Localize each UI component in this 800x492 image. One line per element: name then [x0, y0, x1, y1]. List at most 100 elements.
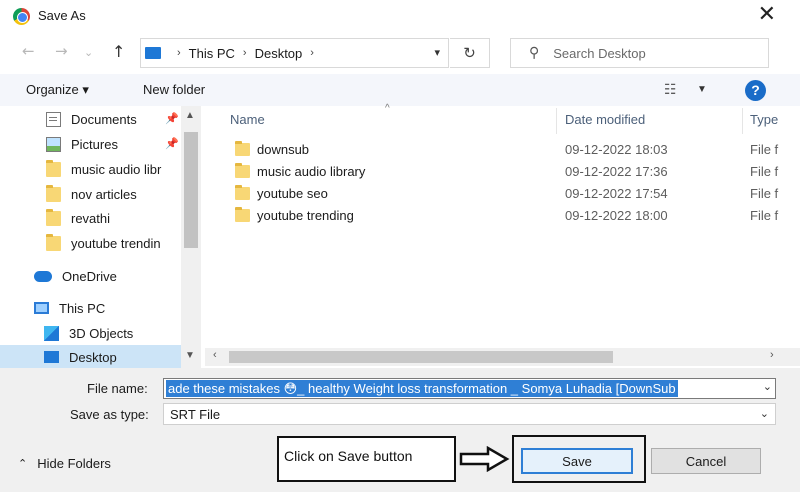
file-name-label: File name:: [87, 381, 148, 396]
chrome-logo-icon: [13, 8, 30, 25]
file-row[interactable]: youtube seo 09-12-2022 17:54 File f: [205, 183, 800, 205]
breadcrumb-separator-icon[interactable]: ›: [243, 47, 247, 59]
this-pc-icon: [34, 302, 49, 314]
hide-folders-button[interactable]: ⌃ Hide Folders: [18, 456, 111, 471]
file-list-horizontal-scrollbar[interactable]: ‹ ›: [205, 348, 800, 366]
column-divider[interactable]: [742, 108, 743, 134]
file-name-field[interactable]: ade these mistakes 😳_ healthy Weight los…: [163, 378, 776, 399]
file-name: downsub: [257, 142, 310, 157]
breadcrumb-separator-icon[interactable]: ›: [177, 47, 181, 59]
sidebar-item-onedrive[interactable]: OneDrive: [34, 264, 117, 288]
folder-icon: [46, 233, 61, 251]
file-row[interactable]: youtube trending 09-12-2022 18:00 File f: [205, 205, 800, 227]
new-folder-button[interactable]: New folder: [143, 82, 205, 97]
folder-icon: [235, 185, 250, 200]
scroll-up-icon[interactable]: ▲: [185, 110, 195, 121]
sidebar-item-label: music audio libr: [71, 161, 162, 177]
file-type: File f: [750, 186, 779, 201]
cancel-button[interactable]: Cancel: [651, 448, 761, 474]
help-icon[interactable]: ?: [745, 80, 766, 101]
search-icon: ⚲: [529, 45, 540, 61]
column-header-date-modified[interactable]: Date modified: [565, 112, 645, 127]
file-row[interactable]: downsub 09-12-2022 18:03 File f: [205, 139, 800, 161]
file-type: File f: [750, 208, 779, 223]
folder-icon: [46, 159, 61, 177]
file-name-dropdown-chevron-icon[interactable]: ⌄: [763, 380, 772, 393]
folder-icon: [235, 207, 250, 222]
sidebar-item-this-pc[interactable]: This PC: [34, 296, 105, 320]
save-as-type-label: Save as type:: [70, 407, 149, 422]
breadcrumb-this-pc[interactable]: This PC: [189, 46, 235, 61]
navigation-bar: ← → ⌄ ↑ › This PC › Desktop › ▾ ↻ ⚲: [0, 34, 800, 70]
save-as-type-value: SRT File: [170, 407, 221, 422]
file-name: youtube trending: [257, 208, 354, 223]
scroll-left-icon[interactable]: ‹: [213, 349, 217, 361]
file-date: 09-12-2022 18:00: [565, 208, 668, 223]
organize-button[interactable]: Organize ▾: [26, 82, 89, 98]
up-arrow-icon[interactable]: ↑: [112, 42, 125, 61]
close-icon[interactable]: ✕: [758, 2, 776, 28]
folder-icon: [235, 163, 250, 178]
scroll-down-icon[interactable]: ▼: [185, 350, 195, 361]
sidebar-item-label: Pictures: [71, 136, 118, 152]
sidebar-item-label: youtube trendin: [71, 235, 161, 251]
pictures-icon: [46, 136, 61, 152]
column-divider[interactable]: [556, 108, 557, 134]
window-title: Save As: [38, 8, 86, 23]
sidebar-item-label: nov articles: [71, 186, 137, 202]
save-as-type-chevron-icon[interactable]: ⌄: [760, 407, 769, 420]
view-dropdown-chevron-icon[interactable]: ▼: [697, 84, 707, 95]
sidebar-item-label: revathi: [71, 210, 111, 226]
this-pc-icon: [145, 47, 161, 59]
sidebar-item-desktop[interactable]: Desktop: [0, 345, 181, 368]
annotation-callout: Click on Save button: [277, 436, 456, 482]
desktop-icon: [44, 351, 59, 363]
refresh-button[interactable]: ↻: [450, 38, 490, 68]
scrollbar-thumb[interactable]: [184, 132, 198, 248]
sidebar-item-3d-objects[interactable]: 3D Objects: [44, 321, 133, 345]
scroll-right-icon[interactable]: ›: [770, 349, 774, 361]
scrollbar-thumb[interactable]: [229, 351, 613, 363]
pin-icon[interactable]: 📌: [165, 112, 179, 125]
navigation-pane-scrollbar[interactable]: ▲ ▼: [181, 106, 201, 368]
file-name: music audio library: [257, 164, 366, 179]
view-options-icon[interactable]: ☷: [664, 82, 677, 98]
annotation-text: Click on Save button: [284, 448, 413, 464]
sidebar-item-nov-articles[interactable]: nov articles: [46, 182, 137, 206]
sidebar-item-label: Desktop: [69, 349, 117, 365]
save-as-dialog: Save As ✕ ← → ⌄ ↑ › This PC › Desktop › …: [0, 0, 800, 492]
sidebar-item-revathi[interactable]: revathi: [46, 206, 110, 230]
breadcrumb-desktop[interactable]: Desktop: [255, 46, 303, 61]
sidebar-item-pictures[interactable]: Pictures: [46, 132, 118, 156]
documents-icon: [46, 111, 61, 127]
sidebar-item-documents[interactable]: Documents: [46, 107, 137, 131]
recent-locations-chevron-icon[interactable]: ⌄: [84, 46, 93, 59]
breadcrumb-separator-icon[interactable]: ›: [310, 47, 314, 59]
save-options-panel: File name: ade these mistakes 😳_ healthy…: [0, 368, 800, 492]
sidebar-item-music-audio-library[interactable]: music audio libr: [46, 157, 161, 181]
address-bar[interactable]: › This PC › Desktop › ▾: [140, 38, 449, 68]
file-name: youtube seo: [257, 186, 328, 201]
file-list: ^ Name Date modified Type downsub 09-12-…: [205, 103, 800, 350]
sidebar-item-label: 3D Objects: [69, 325, 134, 341]
search-box[interactable]: ⚲: [510, 38, 769, 68]
annotation-arrow-icon: [459, 446, 510, 472]
sidebar-item-label: This PC: [59, 300, 106, 316]
sidebar-item-label: OneDrive: [62, 268, 117, 284]
sort-ascending-icon: ^: [385, 103, 390, 114]
chevron-up-icon: ⌃: [18, 457, 28, 470]
column-header-type[interactable]: Type: [750, 112, 778, 127]
search-input[interactable]: [553, 45, 754, 61]
pin-icon[interactable]: 📌: [165, 137, 179, 150]
address-dropdown-chevron-icon[interactable]: ▾: [434, 46, 440, 59]
sidebar-item-youtube-trending[interactable]: youtube trendin: [46, 231, 161, 255]
save-as-type-select[interactable]: SRT File ⌄: [163, 403, 776, 425]
back-arrow-icon[interactable]: ←: [22, 42, 35, 60]
folder-icon: [46, 208, 61, 226]
forward-arrow-icon[interactable]: →: [55, 42, 68, 60]
save-button[interactable]: Save: [521, 448, 633, 474]
file-row[interactable]: music audio library 09-12-2022 17:36 Fil…: [205, 161, 800, 183]
column-header-name[interactable]: Name: [230, 112, 265, 127]
hide-folders-label: Hide Folders: [37, 456, 111, 471]
file-type: File f: [750, 164, 779, 179]
